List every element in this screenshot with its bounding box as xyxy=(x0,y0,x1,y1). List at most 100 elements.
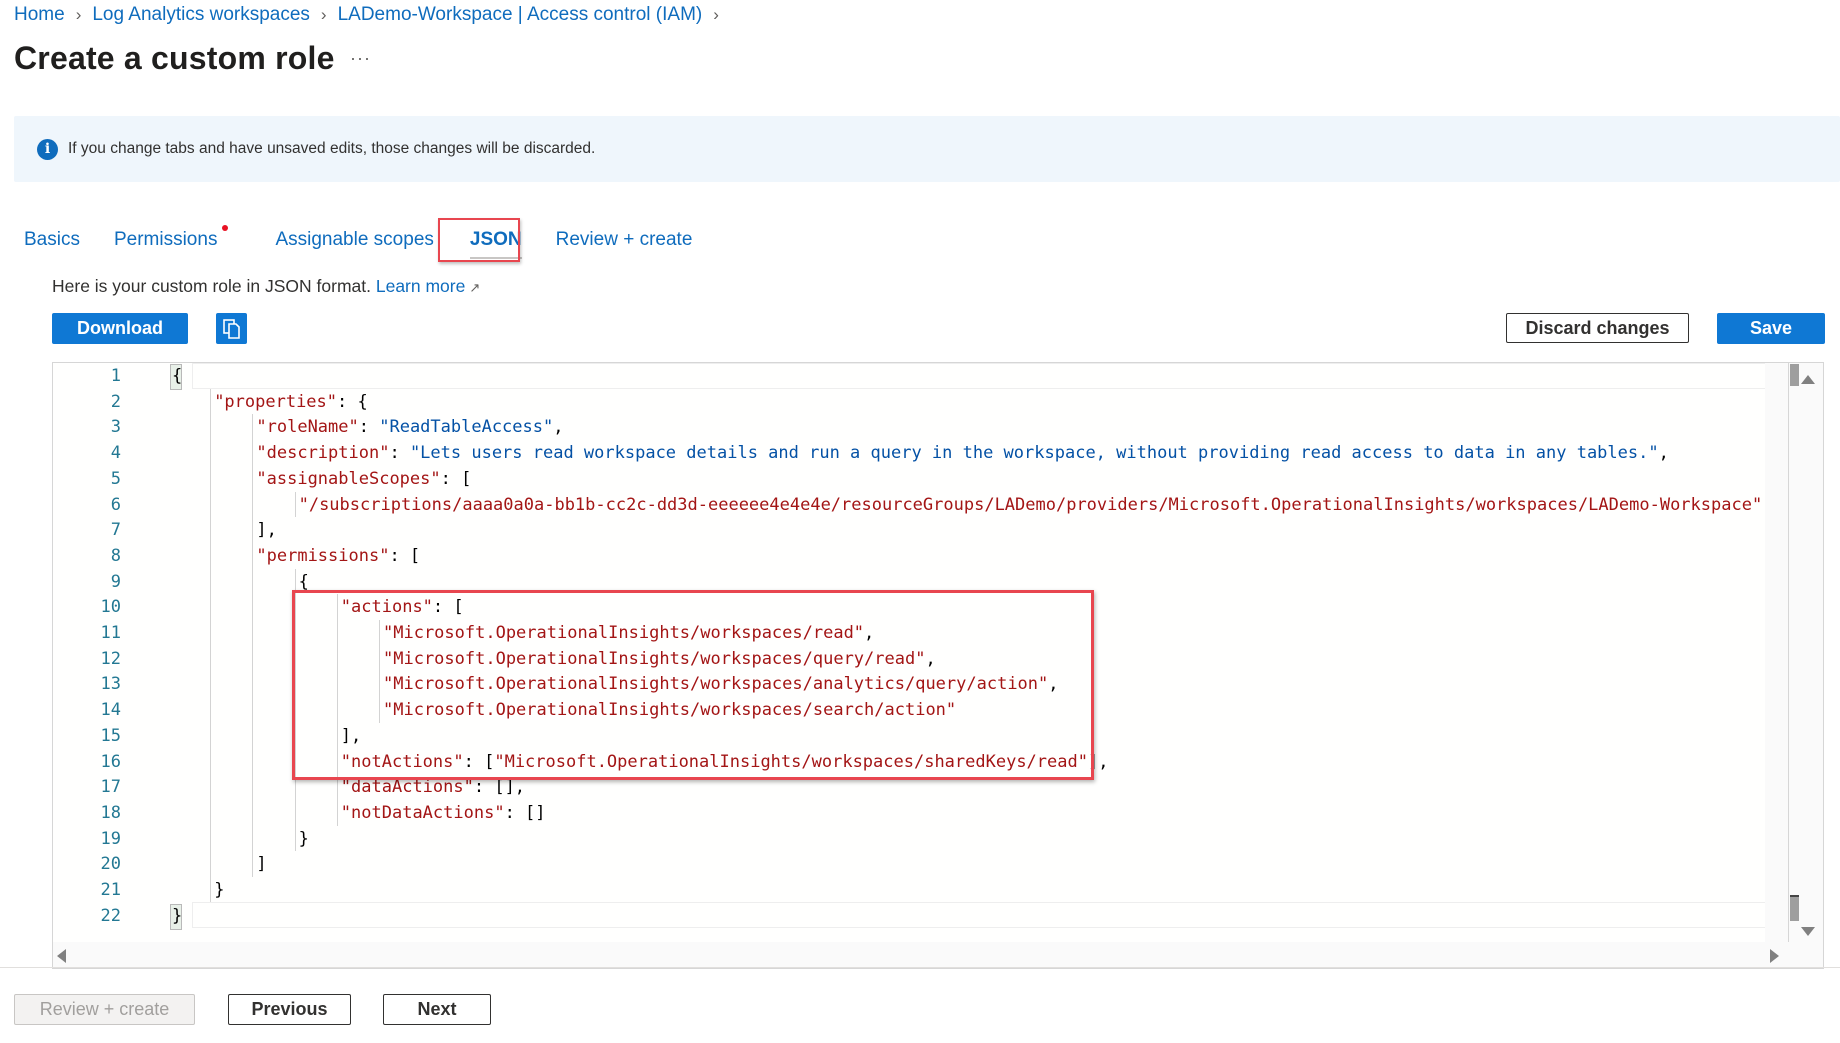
json-string: "/subscriptions/aaaa0a0a-bb1b-cc2c-dd3d-… xyxy=(298,494,1763,515)
tab-json[interactable]: JSON xyxy=(469,223,522,259)
code-line: "roleName": "ReadTableAccess", xyxy=(256,414,563,440)
json-punctuation: : [ xyxy=(463,751,495,772)
json-key: "description" xyxy=(256,443,390,464)
json-string: "Microsoft.OperationalInsights/workspace… xyxy=(494,751,1088,772)
line-number: 5 xyxy=(110,468,121,489)
code-line: ], xyxy=(256,517,276,543)
json-punctuation: , xyxy=(1658,443,1669,464)
current-line-highlight-bottom xyxy=(192,902,1819,928)
previous-button[interactable]: Previous xyxy=(228,994,351,1025)
vertical-scrollbar[interactable] xyxy=(1765,363,1823,968)
line-number: 16 xyxy=(100,751,121,772)
json-description: Here is your custom role in JSON format.… xyxy=(52,276,480,297)
json-punctuation: ], xyxy=(340,725,362,746)
scroll-right-arrow-icon[interactable] xyxy=(1770,949,1779,963)
line-number: 22 xyxy=(100,905,121,926)
footer-divider xyxy=(0,967,1840,968)
tab-bar: Basics Permissions Assignable scopes JSO… xyxy=(14,220,692,260)
json-key: "actions" xyxy=(340,597,433,618)
json-code-editor[interactable]: 1 2 3 4 5 6 7 8 9 10 11 12 13 14 15 16 17 18 19 20 21 22 {"pr… xyxy=(52,362,1824,969)
page-title: Create a custom role xyxy=(14,40,335,76)
tab-permissions[interactable]: Permissions xyxy=(113,223,229,257)
unsaved-indicator-dot xyxy=(222,225,229,231)
code-line: "/subscriptions/aaaa0a0a-bb1b-cc2c-dd3d-… xyxy=(299,492,1763,518)
json-key: "properties" xyxy=(214,391,338,412)
code-line: "Microsoft.OperationalInsights/workspace… xyxy=(383,671,1059,697)
indent-guide xyxy=(379,620,380,723)
json-punctuation: ], xyxy=(1087,751,1109,772)
review-create-button[interactable]: Review + create xyxy=(14,994,195,1025)
breadcrumb-chevron-icon: › xyxy=(713,5,719,24)
code-line: { xyxy=(172,363,182,389)
json-punctuation: : [ xyxy=(389,545,421,566)
line-number: 7 xyxy=(110,520,121,541)
json-punctuation: } xyxy=(298,828,309,849)
line-number: 15 xyxy=(100,725,121,746)
tab-permissions-label: Permissions xyxy=(113,229,218,250)
more-options-button[interactable]: ··· xyxy=(350,48,371,69)
code-line: "dataActions": [], xyxy=(341,774,525,800)
vertical-scroll-thumb-top[interactable] xyxy=(1790,364,1799,386)
code-area[interactable]: {"properties": {"roleName": "ReadTableAc… xyxy=(139,363,1819,968)
external-link-icon: ↗ xyxy=(469,280,481,295)
json-punctuation: : [ xyxy=(440,468,472,489)
line-number: 19 xyxy=(100,828,121,849)
line-number: 20 xyxy=(100,854,121,875)
code-line: "Microsoft.OperationalInsights/workspace… xyxy=(383,697,956,723)
breadcrumb-workspace-iam[interactable]: LADemo-Workspace | Access control (IAM) xyxy=(338,4,703,26)
vertical-scroll-thumb-bottom[interactable] xyxy=(1790,895,1799,921)
scroll-down-arrow-icon[interactable] xyxy=(1801,927,1815,936)
copy-button[interactable] xyxy=(216,313,247,344)
json-string: "Microsoft.OperationalInsights/workspace… xyxy=(383,623,865,643)
line-number: 4 xyxy=(110,443,121,464)
code-line: "actions": [ xyxy=(341,594,464,620)
code-line: ] xyxy=(256,851,266,877)
json-key: "notDataActions" xyxy=(340,802,505,823)
json-punctuation: : { xyxy=(337,391,368,412)
learn-more-link[interactable]: Learn more ↗ xyxy=(376,276,480,296)
line-number: 2 xyxy=(110,391,121,412)
indent-guide xyxy=(294,568,296,852)
code-line: "properties": { xyxy=(214,389,368,415)
code-line: "notDataActions": [] xyxy=(341,800,546,826)
json-punctuation: { xyxy=(298,571,309,592)
json-punctuation: : [], xyxy=(473,777,526,798)
code-line: ], xyxy=(341,723,361,749)
line-number: 13 xyxy=(100,674,121,695)
json-punctuation: : xyxy=(389,443,410,464)
discard-changes-button[interactable]: Discard changes xyxy=(1506,313,1689,343)
indent-guide xyxy=(252,414,254,877)
breadcrumb-chevron-icon: › xyxy=(75,5,82,24)
scroll-up-arrow-icon[interactable] xyxy=(1801,375,1815,384)
line-number: 10 xyxy=(100,597,121,618)
code-line: "permissions": [ xyxy=(256,543,420,569)
line-number: 3 xyxy=(110,417,121,438)
json-key: "roleName" xyxy=(256,417,359,438)
line-number: 6 xyxy=(110,494,121,515)
json-punctuation: { xyxy=(172,366,183,386)
tab-assignable-scopes[interactable]: Assignable scopes xyxy=(275,223,433,257)
indent-guide xyxy=(294,491,296,518)
json-key: "notActions" xyxy=(340,751,464,772)
breadcrumb: Home › Log Analytics workspaces › LADemo… xyxy=(14,4,730,26)
code-line: { xyxy=(299,569,309,595)
breadcrumb-home[interactable]: Home xyxy=(14,4,65,26)
json-punctuation: } xyxy=(172,905,183,926)
breadcrumb-log-analytics-workspaces[interactable]: Log Analytics workspaces xyxy=(92,4,310,26)
current-line-highlight-top xyxy=(192,363,1819,389)
next-button[interactable]: Next xyxy=(383,994,491,1025)
code-line: "Microsoft.OperationalInsights/workspace… xyxy=(383,646,936,672)
horizontal-scrollbar[interactable] xyxy=(53,942,1823,968)
line-number: 12 xyxy=(100,648,121,669)
json-string: "Microsoft.OperationalInsights/workspace… xyxy=(383,648,926,669)
download-button[interactable]: Download xyxy=(52,313,188,344)
json-string: "Microsoft.OperationalInsights/workspace… xyxy=(383,674,1049,695)
save-button[interactable]: Save xyxy=(1717,313,1825,344)
line-number: 14 xyxy=(100,700,121,721)
tab-review-create[interactable]: Review + create xyxy=(556,223,693,257)
copy-icon xyxy=(222,318,240,339)
tab-basics[interactable]: Basics xyxy=(24,223,80,257)
json-key: "permissions" xyxy=(256,545,390,566)
scroll-left-arrow-icon[interactable] xyxy=(57,949,66,963)
json-punctuation: , xyxy=(925,648,936,669)
